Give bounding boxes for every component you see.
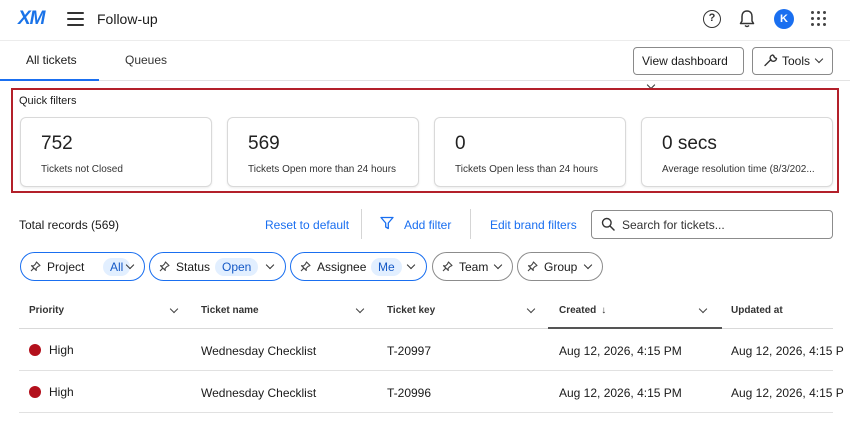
divider <box>470 209 471 239</box>
chevron-down-icon <box>814 54 824 64</box>
chevron-down-icon <box>493 260 503 270</box>
tab-all-tickets[interactable]: All tickets <box>26 41 77 81</box>
total-records: Total records (569) <box>19 218 120 232</box>
sort-down-icon: ↓ <box>601 305 607 316</box>
column-header-ticket-key[interactable]: Ticket key <box>387 305 435 316</box>
row-divider <box>19 412 833 413</box>
chip-label: Status <box>176 260 211 274</box>
chip-label: Assignee <box>317 260 367 274</box>
filter-chip-group[interactable]: Group <box>517 252 603 281</box>
quick-filter-card[interactable]: 0 Tickets Open less than 24 hours <box>434 117 626 187</box>
edit-brand-filters-link[interactable]: Edit brand filters <box>490 218 577 232</box>
quick-filter-description: Tickets Open less than 24 hours <box>455 164 599 175</box>
sorted-column-indicator <box>548 327 722 329</box>
quick-filter-description: Average resolution time (8/3/202... <box>662 164 815 175</box>
pin-icon <box>527 261 538 272</box>
help-icon[interactable]: ? <box>703 10 721 28</box>
bell-icon[interactable] <box>738 9 756 29</box>
column-header-updated-at[interactable]: Updated at <box>731 305 783 316</box>
chevron-down-icon <box>265 260 275 270</box>
search-box[interactable] <box>591 210 833 239</box>
row-divider <box>19 370 833 371</box>
created-cell: Aug 12, 2026, 4:15 PM <box>559 386 682 400</box>
pin-icon <box>159 261 170 272</box>
quick-filter-card[interactable]: 569 Tickets Open more than 24 hours <box>227 117 419 187</box>
chevron-down-icon[interactable] <box>526 304 536 314</box>
priority-high-dot-icon <box>29 386 41 398</box>
ticket-name-cell: Wednesday Checklist <box>201 344 317 358</box>
funnel-icon[interactable] <box>380 216 394 230</box>
menu-icon[interactable] <box>67 12 84 26</box>
updated-cell: Aug 12, 2026, 4:15 P <box>731 386 844 400</box>
quick-filter-card[interactable]: 0 secs Average resolution time (8/3/202.… <box>641 117 833 187</box>
pin-icon <box>300 261 311 272</box>
search-input[interactable] <box>622 216 822 233</box>
quick-filter-value: 569 <box>248 133 280 154</box>
view-dashboard-button[interactable]: View dashboard <box>633 47 744 90</box>
quick-filter-description: Tickets Open more than 24 hours <box>248 164 397 175</box>
chip-label: Group <box>544 260 578 274</box>
column-header-label: Created <box>559 305 597 316</box>
priority-cell: High <box>49 343 74 357</box>
search-icon <box>601 217 615 231</box>
created-cell: Aug 12, 2026, 4:15 PM <box>559 344 682 358</box>
chip-badge: Open <box>215 258 259 276</box>
top-bar: XM Follow-up ? K <box>0 0 850 40</box>
quick-filter-card[interactable]: 752 Tickets not Closed <box>20 117 212 187</box>
column-header-priority[interactable]: Priority <box>29 305 64 316</box>
ticket-key-cell: T-20997 <box>387 344 432 358</box>
active-tab-indicator <box>0 79 99 81</box>
tools-label: Tools <box>782 54 811 68</box>
chevron-down-icon[interactable] <box>698 304 708 314</box>
quick-filter-value: 0 <box>455 133 466 154</box>
chevron-down-icon <box>583 260 593 270</box>
wrench-icon <box>764 54 778 67</box>
filter-chip-status[interactable]: Status Open <box>149 252 286 281</box>
add-filter-link[interactable]: Add filter <box>404 218 451 232</box>
chip-badge: All <box>103 258 131 276</box>
quick-filters-label: Quick filters <box>19 95 77 107</box>
chip-badge: Me <box>371 258 402 276</box>
avatar[interactable]: K <box>774 9 794 29</box>
quick-filter-description: Tickets not Closed <box>41 164 123 175</box>
divider <box>361 209 362 239</box>
ticket-name-cell: Wednesday Checklist <box>201 386 317 400</box>
chevron-down-icon[interactable] <box>355 304 365 314</box>
column-header-created[interactable]: Created ↓ <box>559 305 606 316</box>
xm-logo[interactable]: XM <box>18 8 45 30</box>
filter-chip-team[interactable]: Team <box>432 252 513 281</box>
pin-icon <box>442 261 453 272</box>
updated-cell: Aug 12, 2026, 4:15 P <box>731 344 844 358</box>
view-dashboard-label: View dashboard <box>642 54 728 68</box>
page-title: Follow-up <box>97 11 158 27</box>
column-header-ticket-name[interactable]: Ticket name <box>201 305 259 316</box>
quick-filter-value: 752 <box>41 133 73 154</box>
quick-filter-value: 0 secs <box>662 133 717 154</box>
priority-cell: High <box>49 385 74 399</box>
chevron-down-icon <box>406 260 416 270</box>
apps-grid-icon[interactable] <box>811 11 827 27</box>
reset-to-default-link[interactable]: Reset to default <box>265 218 349 232</box>
priority-high-dot-icon <box>29 344 41 356</box>
chip-label: Team <box>459 260 489 274</box>
filter-chip-project[interactable]: Project All <box>20 252 145 281</box>
pin-icon <box>30 261 41 272</box>
tab-queues[interactable]: Queues <box>125 41 167 81</box>
filter-chip-assignee[interactable]: Assignee Me <box>290 252 427 281</box>
ticket-key-cell: T-20996 <box>387 386 432 400</box>
chevron-down-icon[interactable] <box>169 304 179 314</box>
chip-label: Project <box>47 260 85 274</box>
tabs-bar: All tickets Queues View dashboard Tools <box>0 40 850 90</box>
tools-button[interactable]: Tools <box>752 47 833 75</box>
